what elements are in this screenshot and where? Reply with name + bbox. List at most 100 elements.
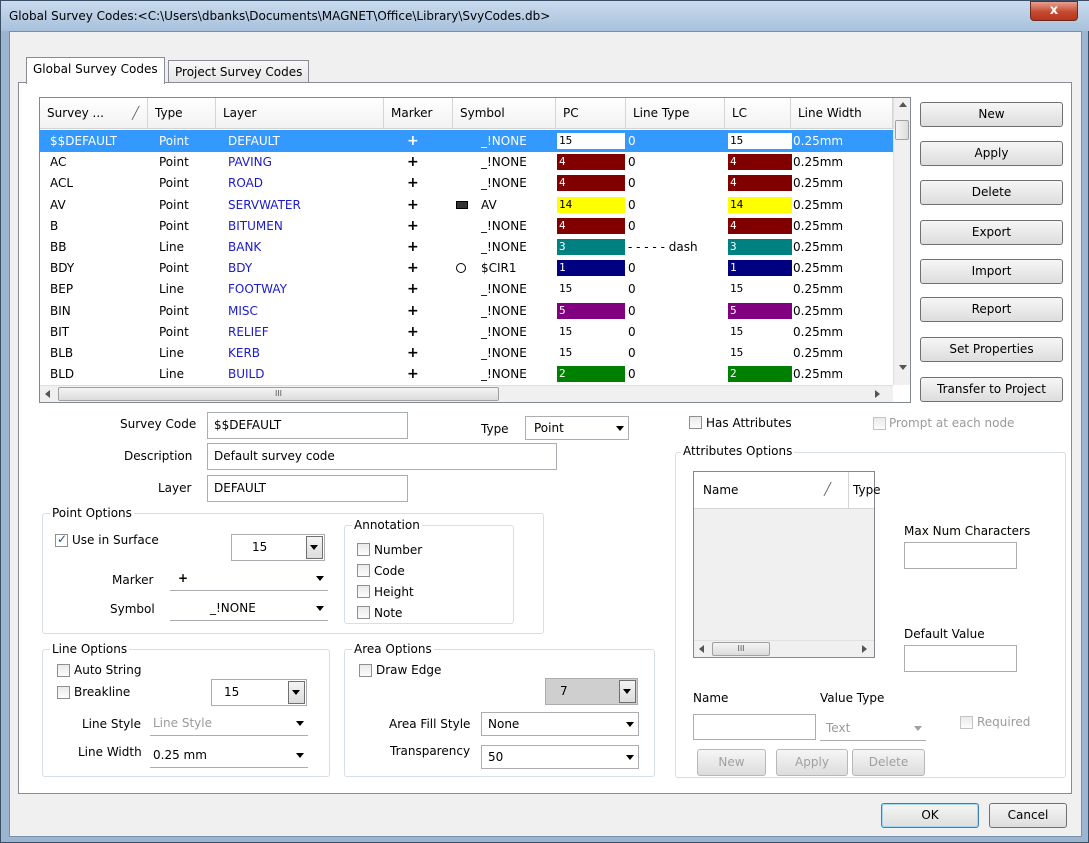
code-checkbox[interactable] (357, 564, 370, 577)
table-row[interactable]: BB Line BANK + _!NONE 3- - - - - dash 3 0.25mm (40, 236, 893, 258)
horizontal-scroll-thumb[interactable]: III (58, 387, 499, 401)
dropdown-button (288, 681, 305, 704)
apply-button[interactable]: Apply (920, 141, 1063, 166)
layer-field[interactable]: DEFAULT (207, 475, 408, 502)
table-row[interactable]: BLB Line KERB + _!NONE 15 0 15 0.25mm (40, 342, 893, 364)
line-style-select[interactable]: Line Style (150, 712, 308, 736)
required-checkbox[interactable] (960, 716, 973, 729)
column-header-layer[interactable]: Layer (216, 98, 384, 129)
vertical-scroll-thumb[interactable] (895, 120, 909, 140)
value-type-select[interactable]: Text (820, 717, 926, 741)
column-header-pc[interactable]: PC (556, 98, 626, 129)
report-button[interactable]: Report (920, 297, 1063, 322)
column-header-symbol[interactable]: Symbol (453, 98, 556, 129)
required-label: Required (977, 715, 1031, 729)
cancel-button[interactable]: Cancel (989, 803, 1067, 828)
auto-string-checkbox[interactable] (57, 664, 70, 677)
attributes-options-title: Attributes Options (681, 444, 795, 458)
column-header-lc[interactable]: LC (725, 98, 791, 129)
max-num-chars-field[interactable] (904, 542, 1017, 569)
area-color-value: 7 (560, 684, 568, 698)
use-in-surface-checkbox[interactable] (55, 532, 68, 547)
ok-button[interactable]: OK (881, 803, 979, 828)
delete-button[interactable]: Delete (920, 180, 1063, 205)
cell-line-type: 0 (628, 176, 636, 191)
line-width-label: Line Width (78, 745, 142, 759)
table-row[interactable]: BIT Point RELIEF + _!NONE 15 0 15 0.25mm (40, 321, 893, 343)
symbol-select[interactable]: _!NONE (170, 597, 328, 621)
marker-select[interactable]: + (170, 567, 328, 591)
prompt-each-node-checkbox[interactable] (873, 417, 886, 430)
column-header-line-width[interactable]: Line Width (791, 98, 893, 129)
cell-line-type: 0 (628, 197, 636, 212)
table-row[interactable]: AC Point PAVING + _!NONE 4 0 4 0.25mm (40, 151, 893, 173)
cell-line-width: 0.25mm (793, 218, 844, 233)
close-button[interactable]: x (1030, 1, 1078, 21)
attr-apply-button[interactable]: Apply (776, 749, 848, 776)
note-checkbox[interactable] (357, 606, 370, 619)
area-color-select[interactable]: 7 (545, 678, 638, 705)
line-style-value: Line Style (153, 716, 212, 730)
symbol-label: Symbol (110, 602, 155, 616)
attributes-list[interactable]: Name ╱ Type III (693, 471, 881, 658)
table-row[interactable]: BEP Line FOOTWAY + _!NONE 15 0 15 0.25mm (40, 278, 893, 300)
table-row[interactable]: $$DEFAULT Point DEFAULT + _!NONE 15 0 15 0.25mm (40, 130, 893, 152)
new-button[interactable]: New (920, 102, 1063, 127)
attributes-hscrollbar[interactable]: III (694, 640, 874, 657)
draw-edge-checkbox[interactable] (359, 664, 372, 677)
scroll-left-icon[interactable] (45, 390, 50, 398)
column-header-line-type[interactable]: Line Type (626, 98, 725, 129)
type-select[interactable]: Point (525, 416, 629, 440)
tab-project-survey-codes[interactable]: Project Survey Codes (168, 60, 310, 84)
attributes-col-type[interactable]: Type (853, 483, 881, 497)
horizontal-scrollbar[interactable]: III (40, 385, 893, 402)
scroll-right-icon[interactable] (875, 390, 880, 398)
has-attributes-checkbox[interactable] (689, 416, 702, 429)
survey-code-field[interactable]: $$DEFAULT (207, 412, 408, 439)
point-color-select[interactable]: 15 (231, 534, 325, 561)
survey-code-label: Survey Code (120, 417, 197, 431)
default-value-field[interactable] (904, 645, 1017, 672)
cell-layer: BDY (228, 261, 253, 276)
import-button[interactable]: Import (920, 259, 1063, 284)
area-fill-style-select[interactable]: None (481, 712, 639, 736)
cell-survey-code: B (50, 218, 59, 233)
line-color-select[interactable]: 15 (211, 679, 307, 706)
table-row[interactable]: BDY Point BDY + $CIR1 1 0 1 0.25mm (40, 257, 893, 279)
cell-marker: + (407, 217, 419, 234)
transparency-select[interactable]: 50 (481, 745, 639, 769)
scroll-left-icon[interactable] (699, 645, 704, 653)
horizontal-scroll-thumb[interactable]: III (712, 642, 770, 656)
cell-type: Point (159, 134, 189, 148)
scroll-down-icon[interactable] (899, 365, 907, 370)
table-row[interactable]: BLD Line BUILD + _!NONE 2 0 2 0.25mm (40, 363, 893, 385)
line-width-select[interactable]: 0.25 mm (150, 744, 308, 768)
vertical-scrollbar[interactable] (893, 98, 910, 385)
set-properties-button[interactable]: Set Properties (920, 337, 1063, 362)
attributes-col-name[interactable]: Name (703, 483, 738, 497)
attr-new-button[interactable]: New (697, 749, 766, 776)
table-row[interactable]: BIN Point MISC + _!NONE 5 0 5 0.25mm (40, 300, 893, 322)
column-header-marker[interactable]: Marker (384, 98, 453, 129)
tab-global-survey-codes[interactable]: Global Survey Codes (26, 57, 165, 84)
cell-marker: + (407, 345, 419, 361)
cell-line-type: 0 (628, 218, 636, 233)
scroll-up-icon[interactable] (899, 102, 907, 107)
column-header-type[interactable]: Type (148, 98, 216, 129)
export-button[interactable]: Export (920, 220, 1063, 245)
table-row[interactable]: B Point BITUMEN + _!NONE 4 0 4 0.25mm (40, 215, 893, 237)
cell-survey-code: BDY (50, 261, 75, 276)
table-row[interactable]: AV Point SERVWATER + AV 14 0 14 0.25mm (40, 194, 893, 216)
cell-line-width: 0.25mm (793, 282, 844, 297)
transfer-to-project-button[interactable]: Transfer to Project (920, 377, 1063, 402)
scroll-right-icon[interactable] (862, 645, 867, 653)
column-header-survey-code[interactable]: Survey ... ╱ (40, 98, 148, 129)
table-row[interactable]: ACL Point ROAD + _!NONE 4 0 4 0.25mm (40, 172, 893, 194)
number-checkbox[interactable] (357, 543, 370, 556)
attr-delete-button[interactable]: Delete (852, 749, 925, 776)
description-field[interactable]: Default survey code (207, 443, 557, 470)
cell-layer: BANK (228, 240, 262, 254)
attr-name-field[interactable] (693, 714, 816, 740)
height-checkbox[interactable] (357, 585, 370, 598)
breakline-checkbox[interactable] (57, 686, 70, 699)
